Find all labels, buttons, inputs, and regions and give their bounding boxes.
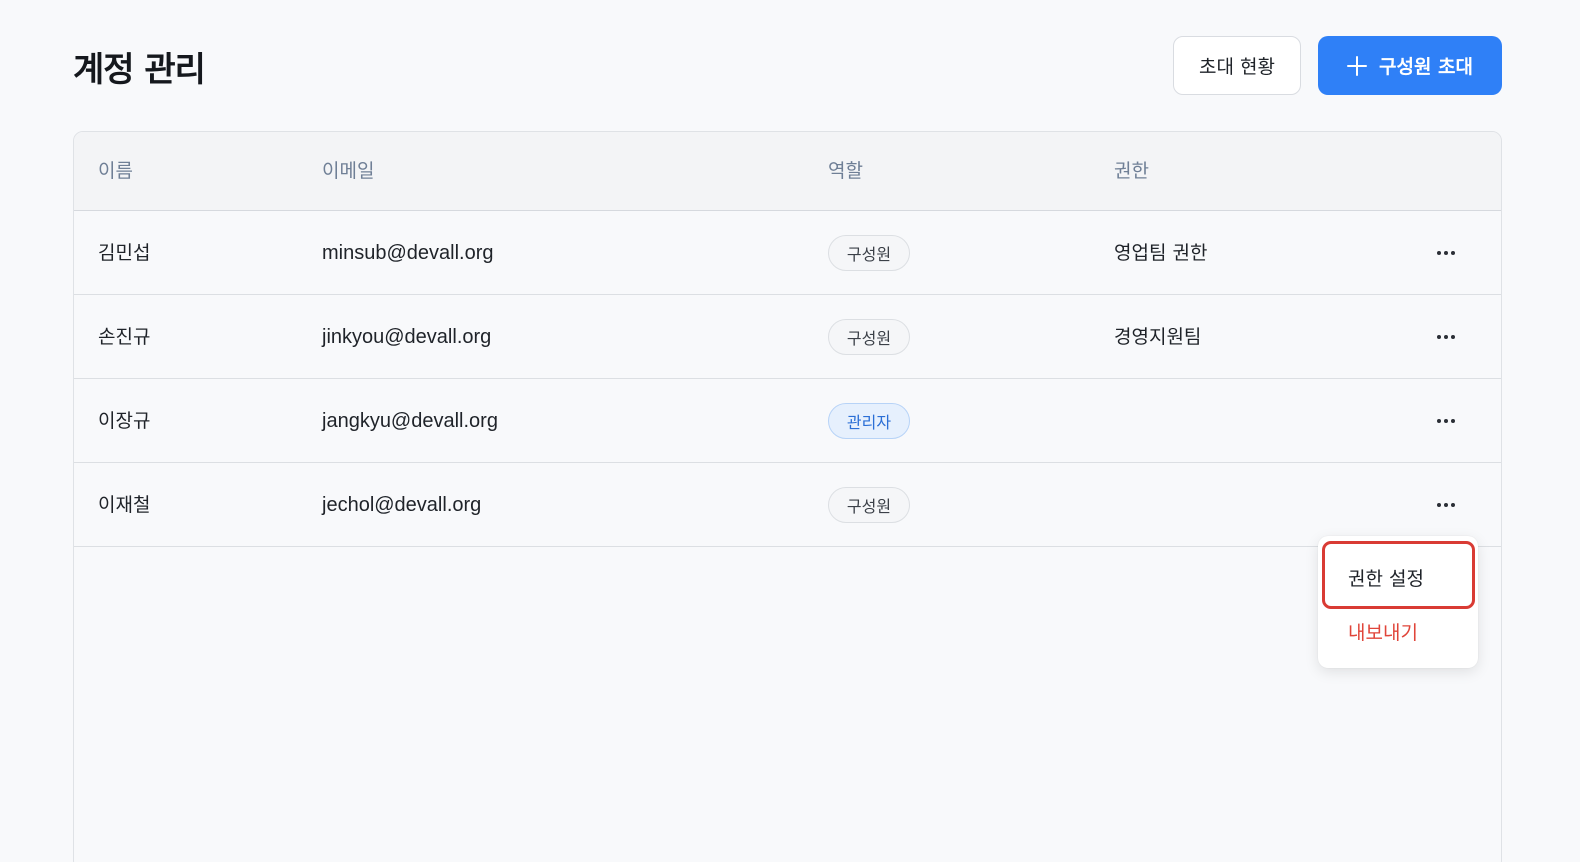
menu-item-export[interactable]: 내보내기: [1348, 618, 1418, 645]
members-table: 이름 이메일 역할 권한 김민섭 minsub@devall.org 구성원 영…: [73, 131, 1502, 862]
invite-status-label: 초대 현황: [1199, 56, 1275, 78]
page-title: 계정 관리: [73, 50, 206, 90]
member-email: minsub@devall.org: [322, 242, 494, 264]
invite-member-label: 구성원 초대: [1378, 56, 1473, 78]
table-header: 이름 이메일 역할 권한: [74, 132, 1501, 211]
more-horizontal-icon: [1437, 251, 1455, 255]
role-badge: 구성원: [828, 487, 910, 523]
plus-icon: [1346, 55, 1367, 76]
account-management-page: 계정 관리 초대 현황 구성원 초대 이름 이메일 역할 권한 김민섭 mins…: [0, 0, 1580, 862]
table-row: 김민섭 minsub@devall.org 구성원 영업팀 권한: [74, 211, 1501, 295]
table-row: 이재철 jechol@devall.org 구성원: [74, 463, 1501, 547]
member-name: 이장규: [98, 410, 151, 432]
table-row: 이장규 jangkyu@devall.org 관리자: [74, 379, 1501, 463]
column-header-permission: 권한: [1114, 160, 1149, 182]
row-more-button[interactable]: [1432, 241, 1460, 265]
column-header-role: 역할: [828, 160, 863, 182]
more-horizontal-icon: [1437, 419, 1455, 423]
row-more-button[interactable]: [1432, 325, 1460, 349]
row-context-menu: 권한 설정 내보내기: [1318, 536, 1478, 668]
menu-item-permission-settings[interactable]: 권한 설정: [1348, 564, 1424, 591]
member-name: 김민섭: [98, 242, 151, 264]
member-name: 손진규: [98, 326, 151, 348]
invite-member-button[interactable]: 구성원 초대: [1318, 36, 1502, 95]
row-more-button[interactable]: [1432, 409, 1460, 433]
role-badge: 구성원: [828, 319, 910, 355]
member-permission: 영업팀 권한: [1114, 242, 1208, 264]
column-header-email: 이메일: [322, 160, 375, 182]
column-header-name: 이름: [98, 160, 133, 182]
role-badge: 구성원: [828, 235, 910, 271]
member-name: 이재철: [98, 494, 151, 516]
member-email: jinkyou@devall.org: [322, 326, 492, 348]
role-badge-admin: 관리자: [828, 403, 910, 439]
more-horizontal-icon: [1437, 335, 1455, 339]
invite-status-button[interactable]: 초대 현황: [1173, 36, 1301, 95]
member-permission: 경영지원팀: [1114, 326, 1202, 348]
table-row: 손진규 jinkyou@devall.org 구성원 경영지원팀: [74, 295, 1501, 379]
row-more-button[interactable]: [1432, 493, 1460, 517]
member-email: jangkyu@devall.org: [322, 410, 498, 432]
member-email: jechol@devall.org: [322, 494, 482, 516]
more-horizontal-icon: [1437, 503, 1455, 507]
